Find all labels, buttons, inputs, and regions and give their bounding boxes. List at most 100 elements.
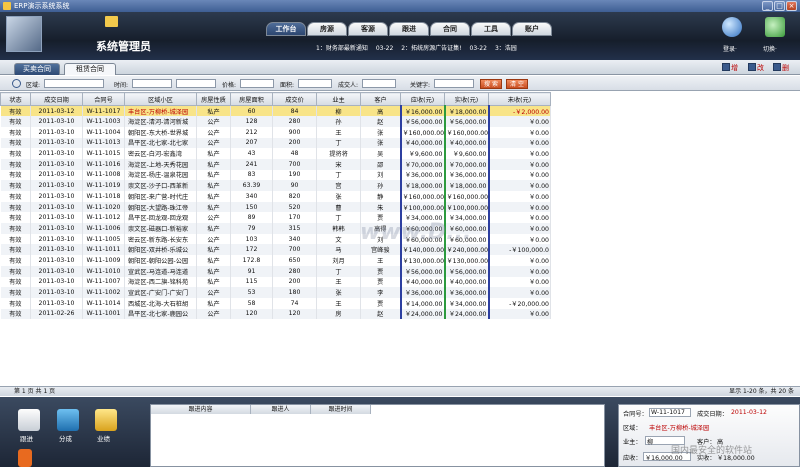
user-avatar[interactable] <box>6 16 42 52</box>
minimize-button[interactable]: _ <box>762 1 773 11</box>
table-cell: 200 <box>272 276 317 288</box>
share-label[interactable]: 分成 <box>59 433 72 443</box>
runner-icon[interactable] <box>57 409 79 431</box>
table-cell: 公产 <box>196 287 231 298</box>
table-row[interactable]: 有效 2011-03-12 W-11-1017 丰台区-万柳桥-城泽园 私产 60 84 柳高… <box>0 105 551 117</box>
maximize-button[interactable]: □ <box>774 1 785 11</box>
table-row[interactable]: 有效 2011-03-10 W-11-1016 海淀区-上地-天秀花园 私产 241 700… <box>0 158 551 170</box>
table-row[interactable]: 有效 2011-02-26 W-11-1001 昌平区-北七家-鹿园公 公产 120 120… <box>0 308 551 320</box>
trophy-icon[interactable] <box>95 409 117 431</box>
contract-table: 状态 成交日期 合同号 区域小区 房屋性质 房屋面积 成交价 业主 客户 应收(元) 实收(元) 未收… <box>0 92 551 320</box>
table-cell: 海淀区-西二旗-铭科苑 <box>124 276 197 288</box>
table-row[interactable]: 有效 2011-03-10 W-11-1008 海淀区-杨庄-温泉花园 私产 83 190 丁… <box>0 169 551 181</box>
table-cell: 昌平区-回龙观-回龙观 <box>124 212 197 224</box>
table-row[interactable]: 有效 2011-03-10 W-11-1011 朝阳区-双井桥-乐城公 私产 172 700… <box>0 244 551 256</box>
table-cell: 有效 <box>0 158 31 170</box>
price-label: 价格: <box>222 82 237 89</box>
region-input[interactable] <box>44 79 104 88</box>
table-row[interactable]: 有效 2011-03-10 W-11-1009 朝阳区-朝阳公园-公园 私产 172.8 6… <box>0 255 551 266</box>
table-row[interactable]: 有效 2011-03-10 W-11-1020 朝阳区-大望路-珠江帝 私产 150 520… <box>0 201 551 213</box>
table-row[interactable]: 有效 2011-03-10 W-11-1014 西城区-北海-大石桩胡 私产 58 74 王贾… <box>0 297 551 309</box>
detail-owner-label: 业主： <box>623 439 642 446</box>
tab-workbench[interactable]: 工作台 <box>266 22 306 36</box>
performance-label[interactable]: 业绩 <box>97 433 110 443</box>
table-cell: ￥130,000.00 <box>399 255 445 266</box>
table-row[interactable]: 有效 2011-03-10 W-11-1010 宣武区-马连道-马连道 私产 91 280 丁… <box>0 265 551 277</box>
table-cell: ￥0.00 <box>487 201 551 213</box>
table-cell: ￥9,600.00 <box>399 148 445 159</box>
notice-item[interactable]: 2：拓统房源广告证集! <box>401 45 461 52</box>
table-cell: 宣武区-马连道-马连道 <box>124 265 197 277</box>
column-header[interactable]: 未收(元) <box>488 92 551 106</box>
table-cell: W-11-1002 <box>82 287 125 298</box>
pager-text[interactable]: 第 1 页 共 1 页 <box>14 388 55 395</box>
table-cell: W-11-1019 <box>82 180 125 191</box>
time-to-input[interactable] <box>176 79 216 88</box>
table-cell: 海淀区-杨庄-温泉花园 <box>124 169 197 181</box>
column-header[interactable]: 应收(元) <box>400 92 445 106</box>
table-cell: ￥130,000.00 <box>443 255 489 266</box>
table-cell: 静 <box>360 191 401 202</box>
login-label[interactable]: 登录· <box>723 44 737 53</box>
column-header[interactable]: 房屋性质 <box>196 92 231 106</box>
subtab-rent-contract[interactable]: 租赁合同 <box>64 63 116 75</box>
table-cell: 有效 <box>0 233 31 245</box>
table-cell: 朝阳区-双井桥-乐城公 <box>124 244 197 256</box>
table-row[interactable]: 有效 2011-03-10 W-11-1003 海淀区-清河-清河新城 公产 128 280… <box>0 116 551 127</box>
tab-clients[interactable]: 客源 <box>348 22 388 36</box>
keyword-input[interactable] <box>434 79 474 88</box>
column-header[interactable]: 实收(元) <box>444 92 489 106</box>
tab-contracts[interactable]: 合同 <box>430 22 470 36</box>
column-header[interactable]: 客户 <box>360 92 401 106</box>
table-cell: W-11-1010 <box>82 265 125 277</box>
table-row[interactable]: 有效 2011-03-10 W-11-1007 海淀区-西二旗-铭科苑 私产 115 200… <box>0 276 551 288</box>
time-from-input[interactable] <box>132 79 172 88</box>
price-input[interactable] <box>240 79 274 88</box>
table-cell: ￥70,000.00 <box>443 158 489 170</box>
chart-icon[interactable] <box>18 449 32 467</box>
switch-icon[interactable] <box>765 17 785 37</box>
column-header[interactable]: 合同号 <box>82 92 125 106</box>
filter-bar: 区域: 时间: 价格: 面积: 成交人: 关键字: 搜 索 清 空 <box>0 76 800 91</box>
subtab-sale-contract[interactable]: 买卖合同 <box>14 63 60 75</box>
delete-button[interactable]: 删 <box>773 63 789 73</box>
add-button[interactable]: 增 <box>722 63 738 73</box>
column-header[interactable]: 业主 <box>316 92 361 106</box>
table-cell: ￥160,000.00 <box>399 191 445 202</box>
column-header[interactable]: 成交日期 <box>30 92 83 106</box>
column-header[interactable]: 区域小区 <box>124 92 197 106</box>
table-row[interactable]: 有效 2011-03-10 W-11-1002 宣武区-广安门-广安门 公产 53 180 张… <box>0 287 551 298</box>
tab-followup[interactable]: 跟进 <box>389 22 429 36</box>
table-cell: 高 <box>360 105 401 117</box>
edit-button[interactable]: 改 <box>748 63 764 73</box>
table-cell: 孙 <box>360 180 401 191</box>
close-button[interactable]: × <box>786 1 797 11</box>
table-row[interactable]: 有效 2011-03-10 W-11-1019 崇文区-沙子口-西革新 私产 63.39 9… <box>0 180 551 191</box>
table-cell: 2011-03-10 <box>30 148 83 159</box>
table-row[interactable]: 有效 2011-03-10 W-11-1015 密云区-白河-宏鑫湾 私产 43 48 提将将… <box>0 148 551 159</box>
table-cell: 崇文区-沙子口-西革新 <box>124 180 197 191</box>
notice-item[interactable]: 3：浩园 <box>495 45 517 52</box>
follow-label[interactable]: 跟进 <box>20 433 33 443</box>
area-input[interactable] <box>298 79 332 88</box>
tab-tools[interactable]: 工具 <box>471 22 511 36</box>
add-icon <box>722 63 730 71</box>
table-row[interactable]: 有效 2011-03-10 W-11-1004 朝阳区-东大桥-世界城 公产 212 900… <box>0 126 551 138</box>
notice-item[interactable]: 1：财务部最新通知 <box>316 45 368 52</box>
switch-label[interactable]: 切换· <box>763 44 777 53</box>
column-header[interactable]: 房屋面积 <box>230 92 273 106</box>
deal-person-input[interactable] <box>362 79 396 88</box>
globe-icon[interactable] <box>722 17 742 37</box>
tab-account[interactable]: 账户 <box>512 22 552 36</box>
table-cell: 马 <box>316 244 361 256</box>
table-cell: ￥240,000.00 <box>443 244 489 256</box>
notepad-icon[interactable] <box>18 409 40 431</box>
table-cell: 有效 <box>0 105 31 117</box>
search-button[interactable]: 搜 索 <box>480 79 502 89</box>
clear-button[interactable]: 清 空 <box>506 79 528 89</box>
table-row[interactable]: 有效 2011-03-10 W-11-1013 昌平区-北七家-北七家 公产 207 200… <box>0 137 551 149</box>
table-row[interactable]: 有效 2011-03-10 W-11-1018 朝阳区-来广营-时代庄 私产 340 820… <box>0 191 551 202</box>
column-header[interactable]: 成交价 <box>272 92 317 106</box>
column-header[interactable]: 状态 <box>0 92 31 106</box>
tab-properties[interactable]: 房源 <box>307 22 347 36</box>
